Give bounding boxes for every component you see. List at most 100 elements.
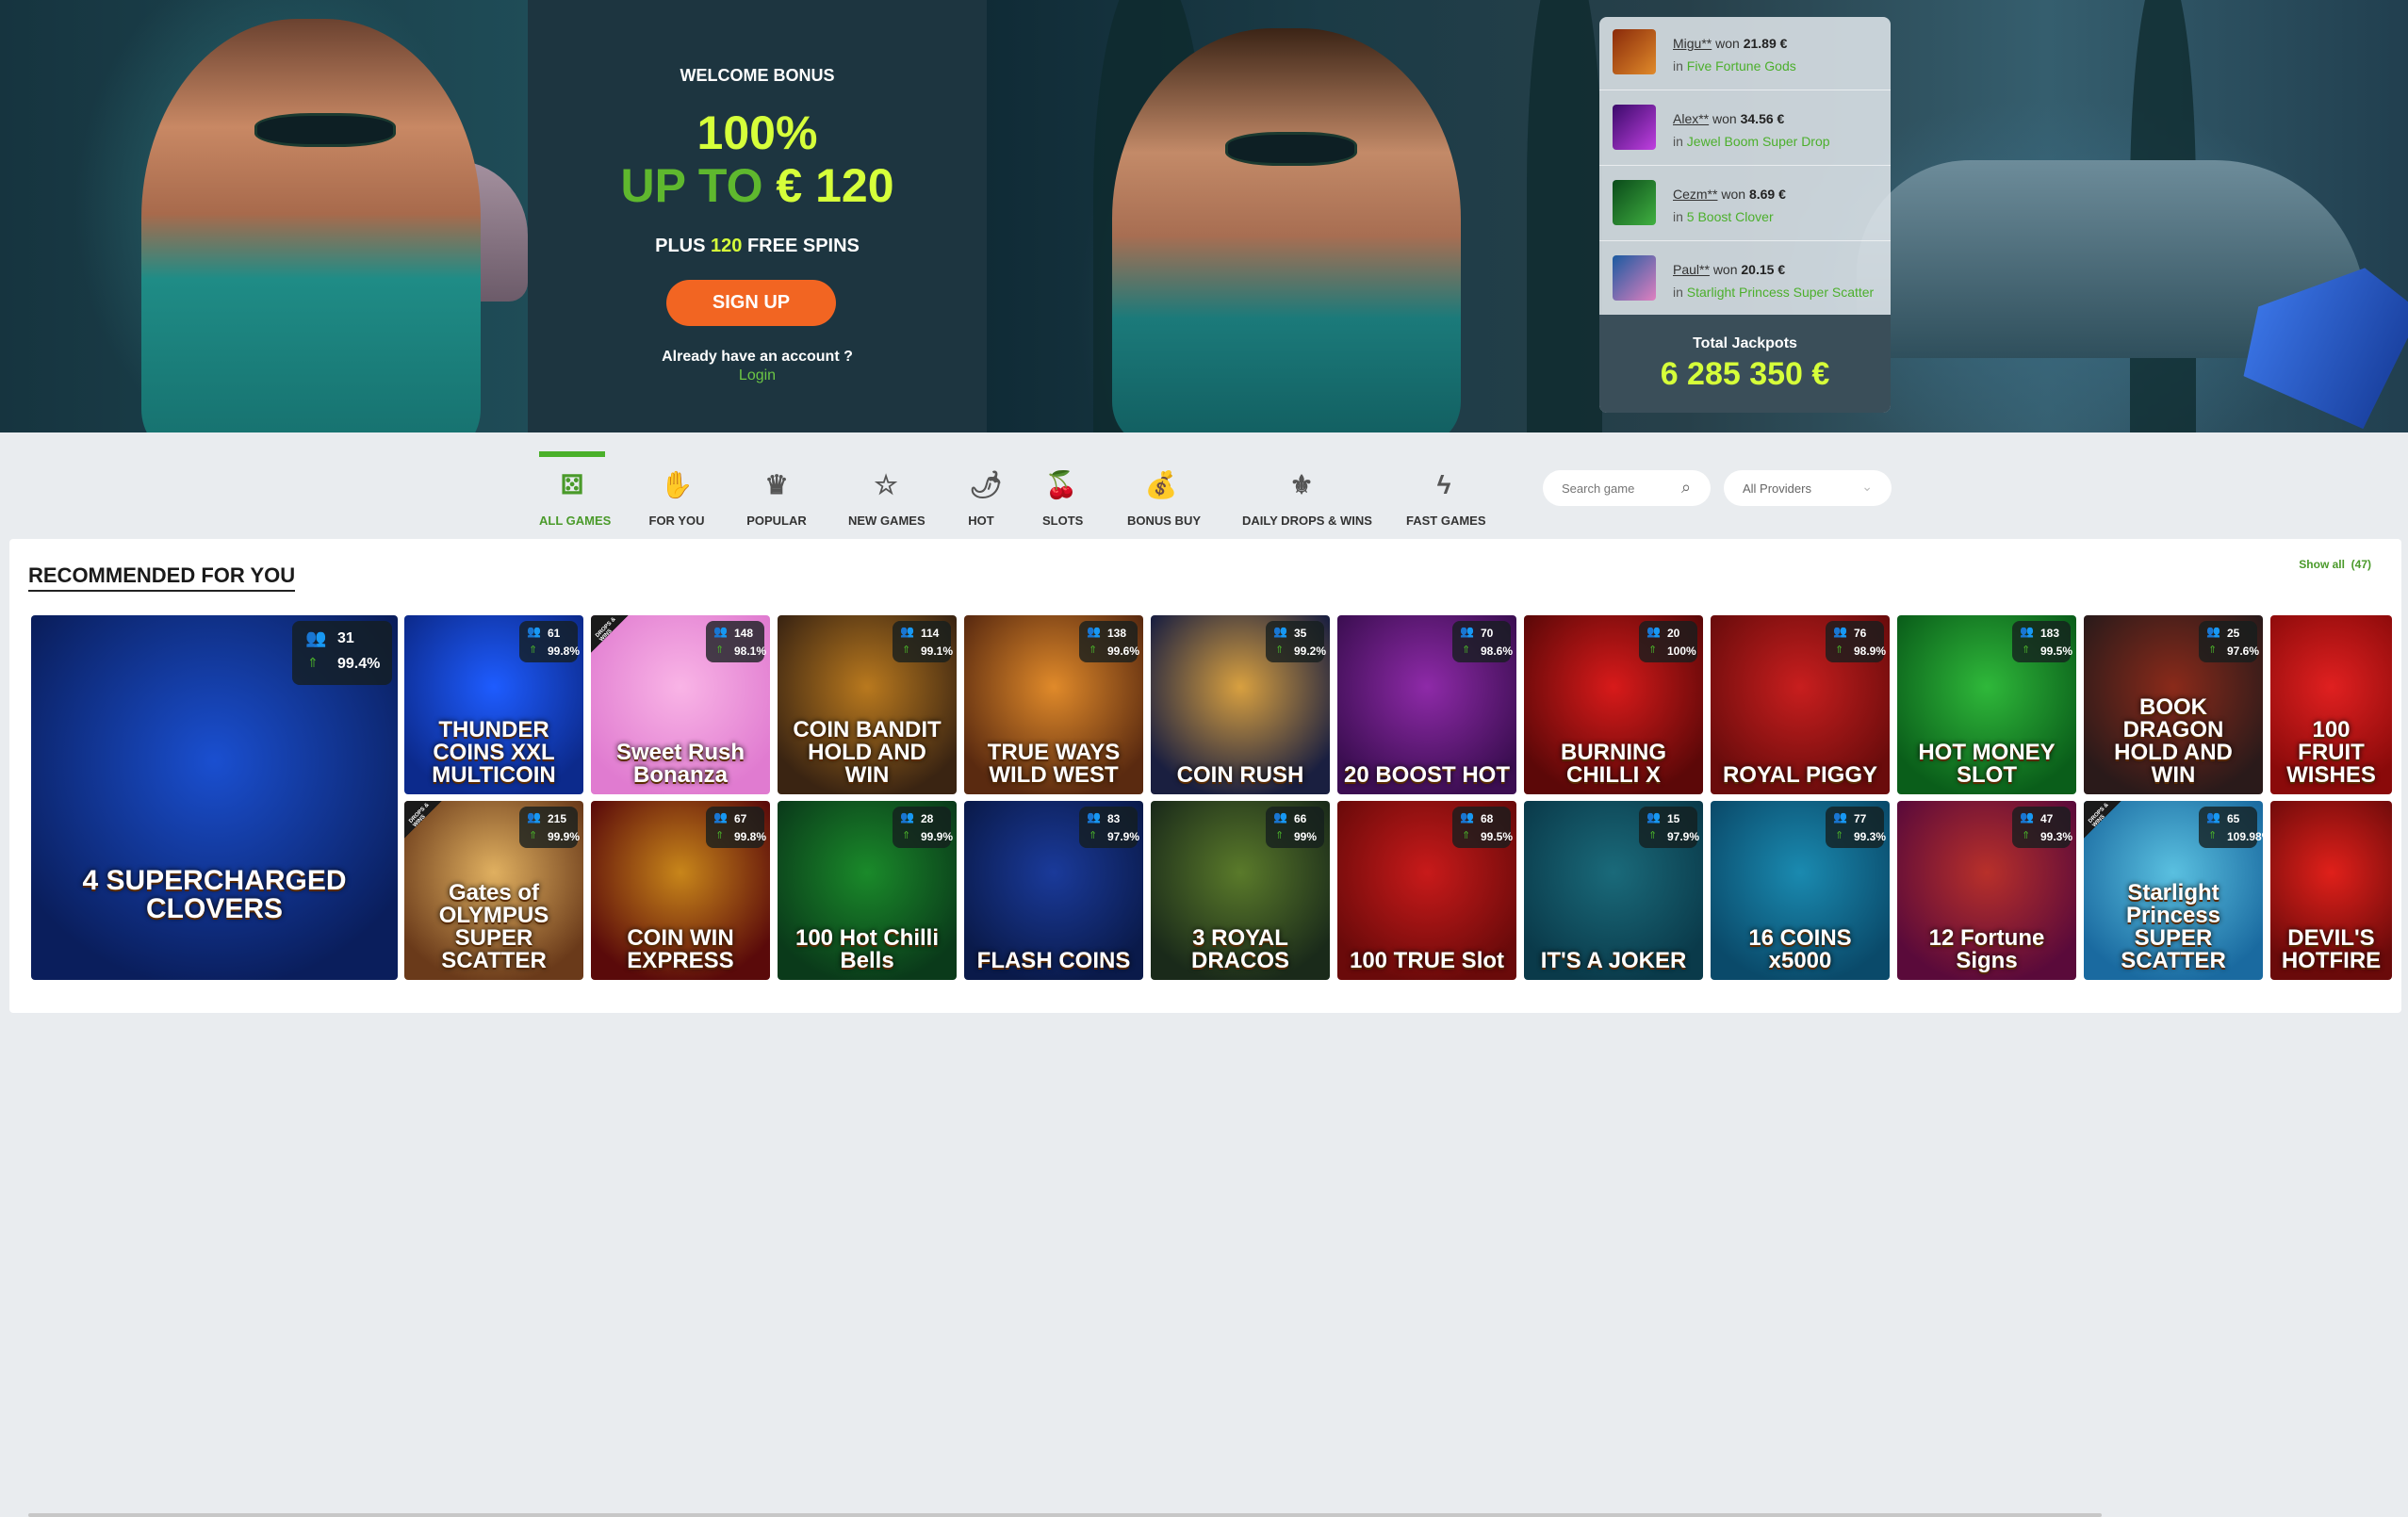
- game-stats: 👥 20 ⇑ 100%: [1639, 621, 1697, 662]
- game-card[interactable]: IT'S A JOKER 👥 15 ⇑ 97.9%: [1524, 801, 1703, 980]
- rtp-icon: ⇑: [2208, 830, 2218, 841]
- player-count: 31: [337, 630, 354, 646]
- free-spins-line: PLUS 120 FREE SPINS: [528, 236, 987, 257]
- game-card[interactable]: HOT MONEY SLOT 👥 183 ⇑ 99.5%: [1897, 615, 2076, 794]
- recent-win-item[interactable]: Paul** won 20.15 € in Starlight Princess…: [1599, 243, 1891, 317]
- horizontal-scrollbar[interactable]: [28, 1513, 2102, 1517]
- game-stats: 👥 183 ⇑ 99.5%: [2012, 621, 2072, 662]
- game-card[interactable]: COIN RUSH 👥 35 ⇑ 99.2%: [1151, 615, 1330, 794]
- game-stats: 👥 68 ⇑ 99.5%: [1452, 807, 1514, 848]
- win-game-link[interactable]: Starlight Princess Super Scatter: [1687, 285, 1874, 300]
- game-card[interactable]: TRUE WAYS WILD WEST 👥 138 ⇑ 99.6%: [964, 615, 1143, 794]
- players-icon: 👥: [1833, 625, 1847, 638]
- winner-name[interactable]: Alex**: [1673, 111, 1709, 126]
- rtp-value: 99.8%: [548, 644, 581, 658]
- tab-bonus-buy[interactable]: 💰 BONUS BUY: [1127, 451, 1201, 534]
- game-card[interactable]: COIN BANDIT HOLD AND WIN 👥 114 ⇑ 99.1%: [778, 615, 957, 794]
- player-count: 35: [1294, 627, 1307, 640]
- tab-fast-games[interactable]: ϟ FAST GAMES: [1406, 451, 1486, 534]
- game-card[interactable]: 16 COINS x5000 👥 77 ⇑ 99.3%: [1711, 801, 1890, 980]
- rtp-icon: ⇑: [1835, 644, 1844, 656]
- rtp-icon: ⇑: [1462, 644, 1471, 656]
- rtp-icon: ⇑: [715, 830, 725, 841]
- game-stats: 👥 28 ⇑ 99.9%: [893, 807, 954, 848]
- players-icon: 👥: [900, 625, 914, 638]
- rtp-icon: ⇑: [2022, 644, 2031, 656]
- player-count: 183: [2040, 627, 2060, 640]
- win-game-line: in 5 Boost Clover: [1673, 209, 1774, 224]
- rtp-icon: ⇑: [307, 655, 319, 670]
- player-count: 77: [1854, 812, 1867, 825]
- rtp-icon: ⇑: [1462, 830, 1471, 841]
- game-card[interactable]: THUNDER COINS XXL MULTICOIN 👥 61 ⇑ 99.8%: [404, 615, 583, 794]
- game-card[interactable]: 100 TRUE Slot 👥 68 ⇑ 99.5%: [1337, 801, 1516, 980]
- game-card[interactable]: 12 Fortune Signs 👥 47 ⇑ 99.3%: [1897, 801, 2076, 980]
- tab-slots[interactable]: 🍒 SLOTS: [1042, 451, 1083, 534]
- game-stats: 👥 148 ⇑ 98.1%: [706, 621, 766, 662]
- game-card[interactable]: BOOK DRAGON HOLD AND WIN 👥 25 ⇑ 97.6%: [2084, 615, 2263, 794]
- man-illustration: [141, 19, 481, 432]
- rtp-value: 99.5%: [1481, 830, 1514, 843]
- game-card[interactable]: 20 BOOST HOT 👥 70 ⇑ 98.6%: [1337, 615, 1516, 794]
- tab-for-you[interactable]: ✋ FOR YOU: [648, 451, 705, 534]
- tab-popular[interactable]: ♛ POPULAR: [746, 451, 807, 534]
- tab-daily-drops-wins[interactable]: ⚜ DAILY DROPS & WINS: [1242, 451, 1372, 534]
- game-stats: 👥 47 ⇑ 99.3%: [2012, 807, 2072, 848]
- win-game-link[interactable]: Jewel Boom Super Drop: [1687, 134, 1830, 149]
- winner-name[interactable]: Paul**: [1673, 262, 1710, 277]
- rtp-value: 109.98%: [2227, 830, 2263, 843]
- players-icon: 👥: [1833, 810, 1847, 824]
- game-card[interactable]: BURNING CHILLI X 👥 20 ⇑ 100%: [1524, 615, 1703, 794]
- money-bag-icon: 💰: [1144, 470, 1178, 499]
- sign-up-button[interactable]: SIGN UP: [666, 280, 836, 326]
- featured-game-card[interactable]: 4 SUPERCHARGED CLOVERS 👥 31 ⇑ 99.4%: [31, 615, 398, 980]
- tab-hot[interactable]: 🌶 HOT: [967, 451, 1003, 534]
- login-link[interactable]: Login: [528, 367, 987, 384]
- game-card[interactable]: ROYAL PIGGY 👥 76 ⇑ 98.9%: [1711, 615, 1890, 794]
- game-title: ROYAL PIGGY: [1722, 762, 1878, 788]
- recent-win-item[interactable]: Migu** won 21.89 € in Five Fortune Gods: [1599, 17, 1891, 90]
- winner-name[interactable]: Cezm**: [1673, 187, 1717, 202]
- players-icon: 👥: [305, 628, 327, 647]
- game-card[interactable]: 100 FRUIT WISHES: [2270, 615, 2392, 794]
- win-game-link[interactable]: 5 Boost Clover: [1687, 209, 1774, 224]
- game-card[interactable]: DEVIL'S HOTFIRE: [2270, 801, 2392, 980]
- players-icon: 👥: [1273, 810, 1287, 824]
- game-card[interactable]: DROPS & WINS Sweet Rush Bonanza 👥 148 ⇑ 98.1%: [591, 615, 770, 794]
- win-game-link[interactable]: Five Fortune Gods: [1687, 58, 1796, 73]
- palm-tree-decor: [1527, 0, 1602, 432]
- recent-win-item[interactable]: Cezm** won 8.69 € in 5 Boost Clover: [1599, 168, 1891, 241]
- rtp-icon: ⇑: [1275, 830, 1285, 841]
- show-all-link[interactable]: Show all (47): [2299, 558, 2371, 571]
- category-nav: ⚄ ALL GAMES ✋ FOR YOU ♛ POPULAR ☆ NEW GA…: [0, 432, 2408, 538]
- win-game-line: in Five Fortune Gods: [1673, 58, 1796, 73]
- chevron-down-icon: ⌄: [1861, 479, 1873, 494]
- game-card[interactable]: FLASH COINS 👥 83 ⇑ 97.9%: [964, 801, 1143, 980]
- sunglasses-decor: [254, 113, 396, 147]
- game-title: COIN WIN EXPRESS: [627, 925, 734, 973]
- rtp-value: 99.9%: [921, 830, 954, 843]
- game-card[interactable]: 100 Hot Chilli Bells 👥 28 ⇑ 99.9%: [778, 801, 957, 980]
- game-card[interactable]: DROPS & WINS Starlight Princess SUPER SCA…: [2084, 801, 2263, 980]
- win-amount: 34.56 €: [1740, 111, 1785, 126]
- winner-name[interactable]: Migu**: [1673, 36, 1712, 51]
- game-card[interactable]: DROPS & WINS Gates of OLYMPUS SUPER SCATT…: [404, 801, 583, 980]
- rtp-icon: ⇑: [1275, 644, 1285, 656]
- recent-win-item[interactable]: Alex** won 34.56 € in Jewel Boom Super D…: [1599, 92, 1891, 166]
- tab-label: HOT: [968, 514, 994, 528]
- section-title: RECOMMENDED FOR YOU: [28, 563, 296, 592]
- game-stats: 👥 114 ⇑ 99.1%: [893, 621, 953, 662]
- rtp-icon: ⇑: [2208, 644, 2218, 656]
- search-icon[interactable]: ⌕: [1681, 478, 1691, 498]
- tab-new-games[interactable]: ☆ NEW GAMES: [848, 451, 926, 534]
- providers-select[interactable]: All Providers ⌄: [1724, 470, 1892, 506]
- tab-all-games[interactable]: ⚄ ALL GAMES: [539, 451, 611, 534]
- game-card[interactable]: COIN WIN EXPRESS 👥 67 ⇑ 99.8%: [591, 801, 770, 980]
- win-user-line: Alex** won 34.56 €: [1673, 111, 1784, 126]
- dice-icon: ⚄: [560, 470, 584, 499]
- free-spins-plus: PLUS: [655, 236, 706, 256]
- game-title: FLASH COINS: [976, 948, 1131, 973]
- game-card[interactable]: 3 ROYAL DRACOS 👥 66 ⇑ 99%: [1151, 801, 1330, 980]
- game-thumbnail: [1613, 180, 1656, 225]
- bonus-amount: UP TO € 120: [528, 158, 987, 213]
